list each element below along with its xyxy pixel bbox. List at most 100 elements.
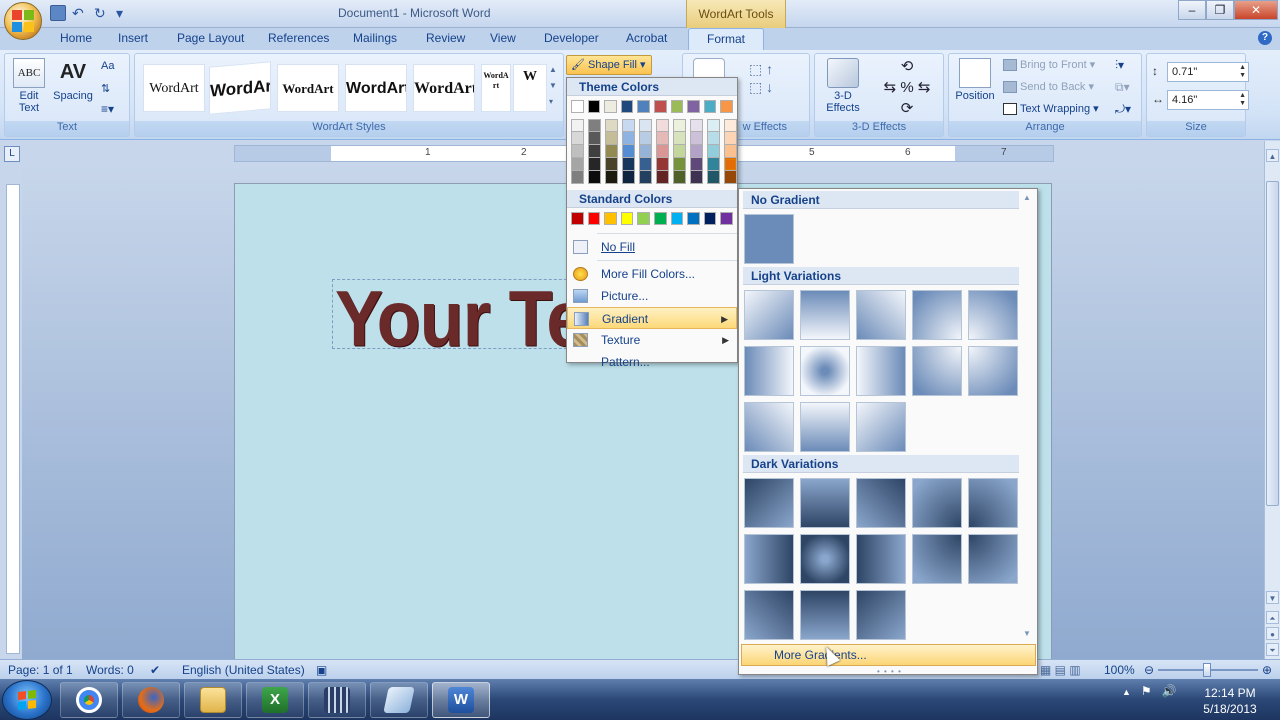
theme-shade-swatch[interactable] xyxy=(656,158,669,171)
height-spinner[interactable]: 0.71" ▲ ▼ xyxy=(1167,62,1249,82)
theme-shade-swatch[interactable] xyxy=(656,171,669,184)
theme-shade-swatch[interactable] xyxy=(571,132,584,145)
theme-shade-swatch[interactable] xyxy=(588,158,601,171)
theme-shade-swatch[interactable] xyxy=(707,145,720,158)
theme-shade-swatch[interactable] xyxy=(622,132,635,145)
standard-color-swatch[interactable] xyxy=(703,212,717,225)
light-gradient-swatch[interactable] xyxy=(912,346,962,396)
wordart-style-3[interactable]: WordArt xyxy=(277,64,339,112)
tab-references[interactable]: References xyxy=(268,31,329,45)
view-buttons[interactable]: ▦ ▤ ▥ xyxy=(1040,663,1081,677)
theme-shade-swatch[interactable] xyxy=(673,171,686,184)
dark-gradient-swatch[interactable] xyxy=(968,478,1018,528)
group-button[interactable]: ⧉▾ xyxy=(1115,80,1130,95)
rotate-button[interactable]: ⤾▾ xyxy=(1115,102,1131,117)
theme-shade-swatch[interactable] xyxy=(673,119,686,132)
light-gradient-swatch[interactable] xyxy=(744,290,794,340)
taskbar-firefox[interactable] xyxy=(122,682,180,718)
wordart-object[interactable]: Your Tex xyxy=(332,279,582,349)
wordart-style-6[interactable]: WordArt xyxy=(481,64,511,112)
theme-shade-swatch[interactable] xyxy=(571,158,584,171)
tab-developer[interactable]: Developer xyxy=(544,31,599,45)
standard-color-swatch[interactable] xyxy=(604,212,617,225)
align-button[interactable]: ⫶▾ xyxy=(1115,58,1124,73)
language[interactable]: English (United States) xyxy=(182,663,305,677)
dark-gradient-swatch[interactable] xyxy=(856,590,906,640)
light-gradient-swatch[interactable] xyxy=(856,290,906,340)
3d-effects-button[interactable]: 3-D Effects xyxy=(819,58,867,114)
theme-color-swatch[interactable] xyxy=(720,100,733,113)
gradient-scroll-down-icon[interactable]: ▼ xyxy=(1023,629,1031,638)
dark-gradient-swatch[interactable] xyxy=(744,590,794,640)
vertical-text-button[interactable]: ⇅ xyxy=(101,82,110,95)
theme-shade-swatch[interactable] xyxy=(724,145,737,158)
theme-shade-swatch[interactable] xyxy=(639,145,652,158)
send-to-back-button[interactable]: Send to Back ▾ xyxy=(1003,80,1094,93)
gradient-item[interactable]: Gradient ▶ xyxy=(567,307,737,329)
show-hidden-icons[interactable]: ▲ xyxy=(1122,684,1131,700)
tab-selector-icon[interactable]: L xyxy=(4,146,20,162)
light-gradient-swatch[interactable] xyxy=(800,402,850,452)
theme-color-swatch[interactable] xyxy=(620,100,634,113)
theme-shade-swatch[interactable] xyxy=(690,132,703,145)
next-page-icon[interactable]: ⏷ xyxy=(1266,643,1279,656)
scroll-thumb[interactable] xyxy=(1266,181,1279,506)
theme-shade-swatch[interactable] xyxy=(571,171,584,184)
light-gradient-swatch[interactable] xyxy=(744,402,794,452)
taskbar-word[interactable]: W xyxy=(432,682,490,718)
theme-shade-swatch[interactable] xyxy=(588,119,601,132)
zoom-slider-thumb[interactable] xyxy=(1203,663,1211,677)
tab-page-layout[interactable]: Page Layout xyxy=(177,31,244,45)
maximize-button[interactable]: ❐ xyxy=(1206,0,1234,20)
save-icon[interactable] xyxy=(50,5,66,21)
taskbar-movie-maker[interactable] xyxy=(308,682,366,718)
theme-color-swatch[interactable] xyxy=(670,100,684,113)
standard-color-swatch[interactable] xyxy=(620,212,634,225)
theme-shade-swatch[interactable] xyxy=(707,119,720,132)
prev-page-icon[interactable]: ⏶ xyxy=(1266,611,1279,624)
page-count[interactable]: Page: 1 of 1 xyxy=(8,663,73,677)
zoom-level[interactable]: 100% xyxy=(1104,663,1135,677)
theme-shade-swatch[interactable] xyxy=(588,132,601,145)
wordart-style-5[interactable]: WordArt xyxy=(413,64,475,112)
dark-gradient-swatch[interactable] xyxy=(800,478,850,528)
theme-shade-swatch[interactable] xyxy=(673,145,686,158)
theme-shade-swatch[interactable] xyxy=(622,171,635,184)
word-count[interactable]: Words: 0 xyxy=(86,663,134,677)
light-gradient-swatch[interactable] xyxy=(800,290,850,340)
scroll-down-icon[interactable]: ▼ xyxy=(1266,591,1279,604)
light-gradient-swatch[interactable] xyxy=(800,346,850,396)
theme-shade-swatch[interactable] xyxy=(605,158,618,171)
zoom-in-icon[interactable]: ⊕ xyxy=(1262,663,1272,677)
height-spin-arrows[interactable]: ▲ ▼ xyxy=(1239,64,1246,80)
standard-color-swatch[interactable] xyxy=(670,212,684,225)
tab-home[interactable]: Home xyxy=(60,31,92,45)
theme-shade-swatch[interactable] xyxy=(639,171,652,184)
vertical-scrollbar[interactable]: ▲ ▼ ⏶ ● ⏷ xyxy=(1264,141,1280,659)
even-height-button[interactable]: Aa xyxy=(101,60,114,72)
theme-shade-swatch[interactable] xyxy=(639,158,652,171)
theme-color-swatch[interactable] xyxy=(703,100,717,113)
theme-shade-swatch[interactable] xyxy=(622,145,635,158)
dark-gradient-swatch[interactable] xyxy=(744,478,794,528)
tab-review[interactable]: Review xyxy=(426,31,465,45)
customize-qat-icon[interactable]: ▾ xyxy=(116,5,132,21)
theme-shade-swatch[interactable] xyxy=(622,119,635,132)
theme-shade-swatch[interactable] xyxy=(724,158,737,171)
theme-shade-swatch[interactable] xyxy=(639,119,652,132)
theme-shade-swatch[interactable] xyxy=(707,158,720,171)
scroll-up-icon[interactable]: ▲ xyxy=(1266,149,1279,162)
wordart-style-1[interactable]: WordArt xyxy=(143,64,205,112)
edit-text-button[interactable]: ABC Edit Text xyxy=(9,58,49,114)
volume-icon[interactable]: 🔊 xyxy=(1162,684,1177,700)
standard-color-swatch[interactable] xyxy=(720,212,733,225)
shape-fill-button[interactable]: 🖌 Shape Fill ▾ xyxy=(566,55,652,75)
wordart-style-4[interactable]: WordArt xyxy=(345,64,407,112)
light-gradient-swatch[interactable] xyxy=(856,346,906,396)
minimize-button[interactable]: – xyxy=(1178,0,1206,20)
dark-gradient-swatch[interactable] xyxy=(912,534,962,584)
standard-color-swatch[interactable] xyxy=(637,212,650,225)
undo-icon[interactable]: ↶ xyxy=(72,5,88,21)
bring-to-front-button[interactable]: Bring to Front ▾ xyxy=(1003,58,1095,71)
text-wrapping-button[interactable]: Text Wrapping ▾ xyxy=(1003,102,1099,115)
